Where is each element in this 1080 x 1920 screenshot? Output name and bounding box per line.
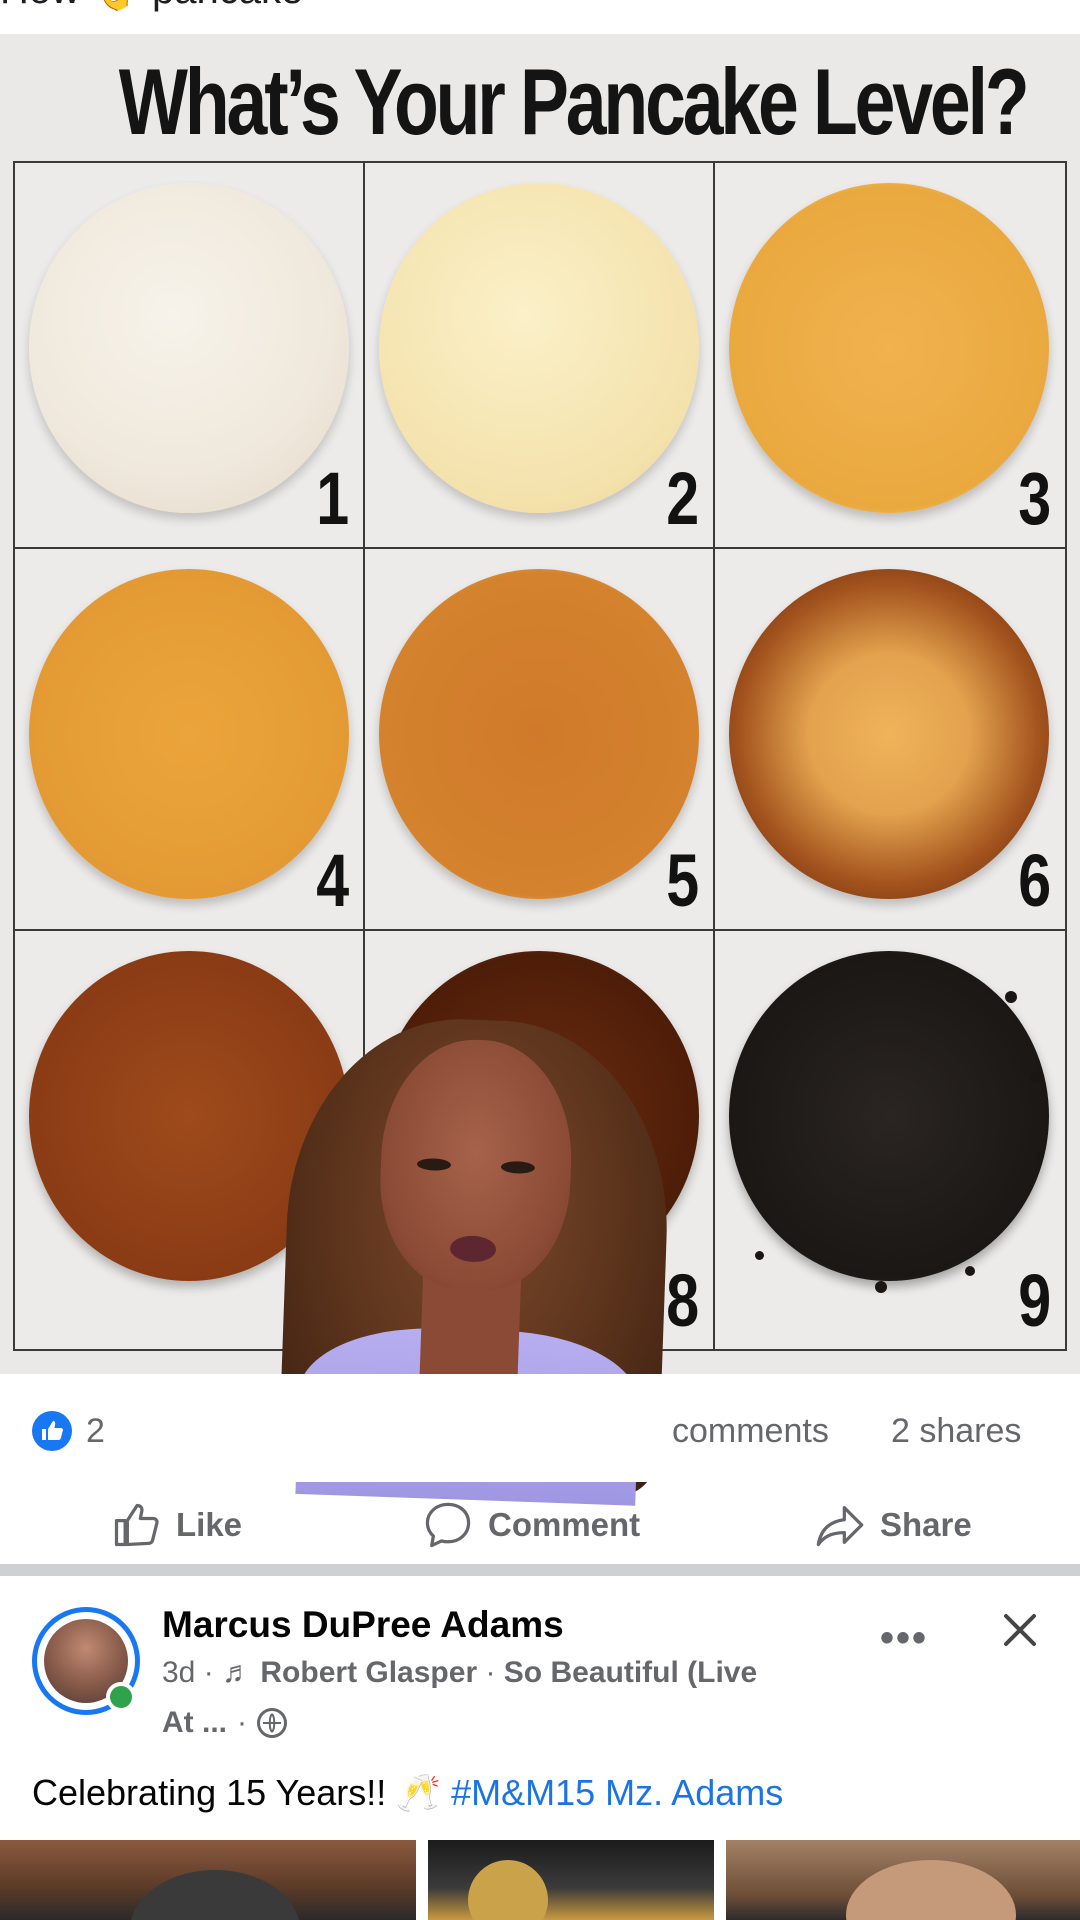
image-headline: What’s Your Pancake Level? bbox=[118, 49, 1030, 154]
separator-dot: · bbox=[237, 1706, 247, 1739]
reactions-summary: 2 comments 2 shares bbox=[0, 1374, 1080, 1482]
separator-dot: · bbox=[485, 1656, 504, 1689]
pancake-9 bbox=[729, 951, 1049, 1281]
caption-text: Celebrating 15 Years!! 🥂 bbox=[32, 1772, 442, 1813]
burnt-crumb bbox=[1005, 991, 1017, 1003]
share-button[interactable]: Share bbox=[814, 1482, 972, 1568]
pancake-3 bbox=[729, 183, 1049, 513]
like-count[interactable]: 2 bbox=[86, 1412, 105, 1451]
pancake-cell: 5 bbox=[365, 549, 715, 931]
level-number: 6 bbox=[1018, 839, 1051, 922]
photo-balloons bbox=[468, 1860, 548, 1920]
photo-figure bbox=[130, 1870, 300, 1920]
more-icon[interactable]: ••• bbox=[880, 1616, 928, 1661]
song-title[interactable]: So Beautiful (Live bbox=[504, 1656, 757, 1689]
comment-icon bbox=[425, 1502, 471, 1548]
post-author-name[interactable]: Marcus DuPree Adams bbox=[162, 1604, 564, 1646]
close-icon[interactable] bbox=[996, 1606, 1044, 1654]
pancake-cell: 3 bbox=[715, 163, 1065, 549]
burnt-crumb bbox=[965, 1266, 975, 1276]
level-number: 5 bbox=[666, 839, 699, 922]
level-number: 4 bbox=[316, 839, 349, 922]
online-status-dot bbox=[106, 1682, 136, 1712]
shares-count-link[interactable]: 2 shares bbox=[891, 1412, 1021, 1451]
post-photo-collage bbox=[0, 1840, 1080, 1920]
presenter-eye bbox=[416, 1157, 452, 1172]
pancake-4 bbox=[29, 569, 349, 899]
comment-label: Comment bbox=[488, 1506, 641, 1543]
post-caption: Celebrating 15 Years!! 🥂 #M&M15 Mz. Adam… bbox=[32, 1772, 783, 1814]
like-label: Like bbox=[176, 1506, 243, 1543]
post-meta-line: 3d · ♬ Robert Glasper · So Beautiful (Li… bbox=[162, 1656, 757, 1690]
burnt-crumb bbox=[1035, 1151, 1044, 1160]
close-x bbox=[1004, 1614, 1036, 1646]
presenter-eye bbox=[500, 1160, 536, 1175]
pancake-1 bbox=[29, 183, 349, 513]
post-actions-bar: Like Comment Share bbox=[0, 1482, 1080, 1568]
pancake-cell: 9 bbox=[715, 931, 1065, 1349]
like-reaction-icon[interactable] bbox=[32, 1411, 72, 1451]
level-number: 1 bbox=[316, 457, 349, 540]
level-number: 2 bbox=[666, 457, 699, 540]
photo-face bbox=[846, 1860, 1016, 1920]
song-artist[interactable]: Robert Glasper bbox=[260, 1656, 477, 1689]
pancake-6 bbox=[729, 569, 1049, 899]
pancake-cell: 6 bbox=[715, 549, 1065, 931]
pancake-5 bbox=[379, 569, 699, 899]
presenter-mouth bbox=[449, 1235, 497, 1263]
pancake-cell: 2 bbox=[365, 163, 715, 549]
next-post: Marcus DuPree Adams 3d · ♬ Robert Glaspe… bbox=[0, 1576, 1080, 1920]
song-title-continued[interactable]: At ... bbox=[162, 1706, 227, 1740]
pancake-cell: 4 bbox=[15, 549, 365, 931]
post-age[interactable]: 3d bbox=[162, 1656, 195, 1689]
level-number: 3 bbox=[1018, 457, 1051, 540]
previous-post-text: How 👌 pancake bbox=[0, 0, 303, 13]
pancake-2 bbox=[379, 183, 699, 513]
mention-link[interactable]: Mz. Adams bbox=[605, 1772, 783, 1813]
music-note-icon: ♬ bbox=[222, 1656, 253, 1689]
burnt-crumb bbox=[755, 1251, 764, 1260]
previous-post-text-strip: How 👌 pancake bbox=[0, 0, 1080, 34]
post-meta-line-2: At ... · bbox=[162, 1706, 287, 1740]
comments-count-link[interactable]: comments bbox=[672, 1412, 829, 1451]
post-photo[interactable] bbox=[0, 1840, 416, 1920]
separator-dot: · bbox=[203, 1656, 223, 1689]
hashtag-link[interactable]: #M&M15 bbox=[451, 1772, 595, 1813]
like-button[interactable]: Like bbox=[110, 1482, 242, 1568]
post-photo[interactable] bbox=[428, 1840, 714, 1920]
burnt-crumb bbox=[1030, 1071, 1042, 1083]
post-photo[interactable] bbox=[726, 1840, 1080, 1920]
globe-lines bbox=[263, 1713, 281, 1733]
comment-button[interactable]: Comment bbox=[422, 1482, 640, 1568]
level-number: 8 bbox=[666, 1259, 699, 1342]
pancake-cell: 1 bbox=[15, 163, 365, 549]
feed-divider bbox=[0, 1564, 1080, 1576]
burnt-crumb bbox=[875, 1281, 887, 1293]
level-number: 9 bbox=[1018, 1259, 1051, 1342]
like-icon bbox=[114, 1503, 159, 1547]
share-icon bbox=[816, 1506, 864, 1547]
share-label: Share bbox=[880, 1506, 972, 1543]
thumbs-up-icon bbox=[42, 1421, 63, 1440]
globe-icon bbox=[257, 1708, 287, 1738]
